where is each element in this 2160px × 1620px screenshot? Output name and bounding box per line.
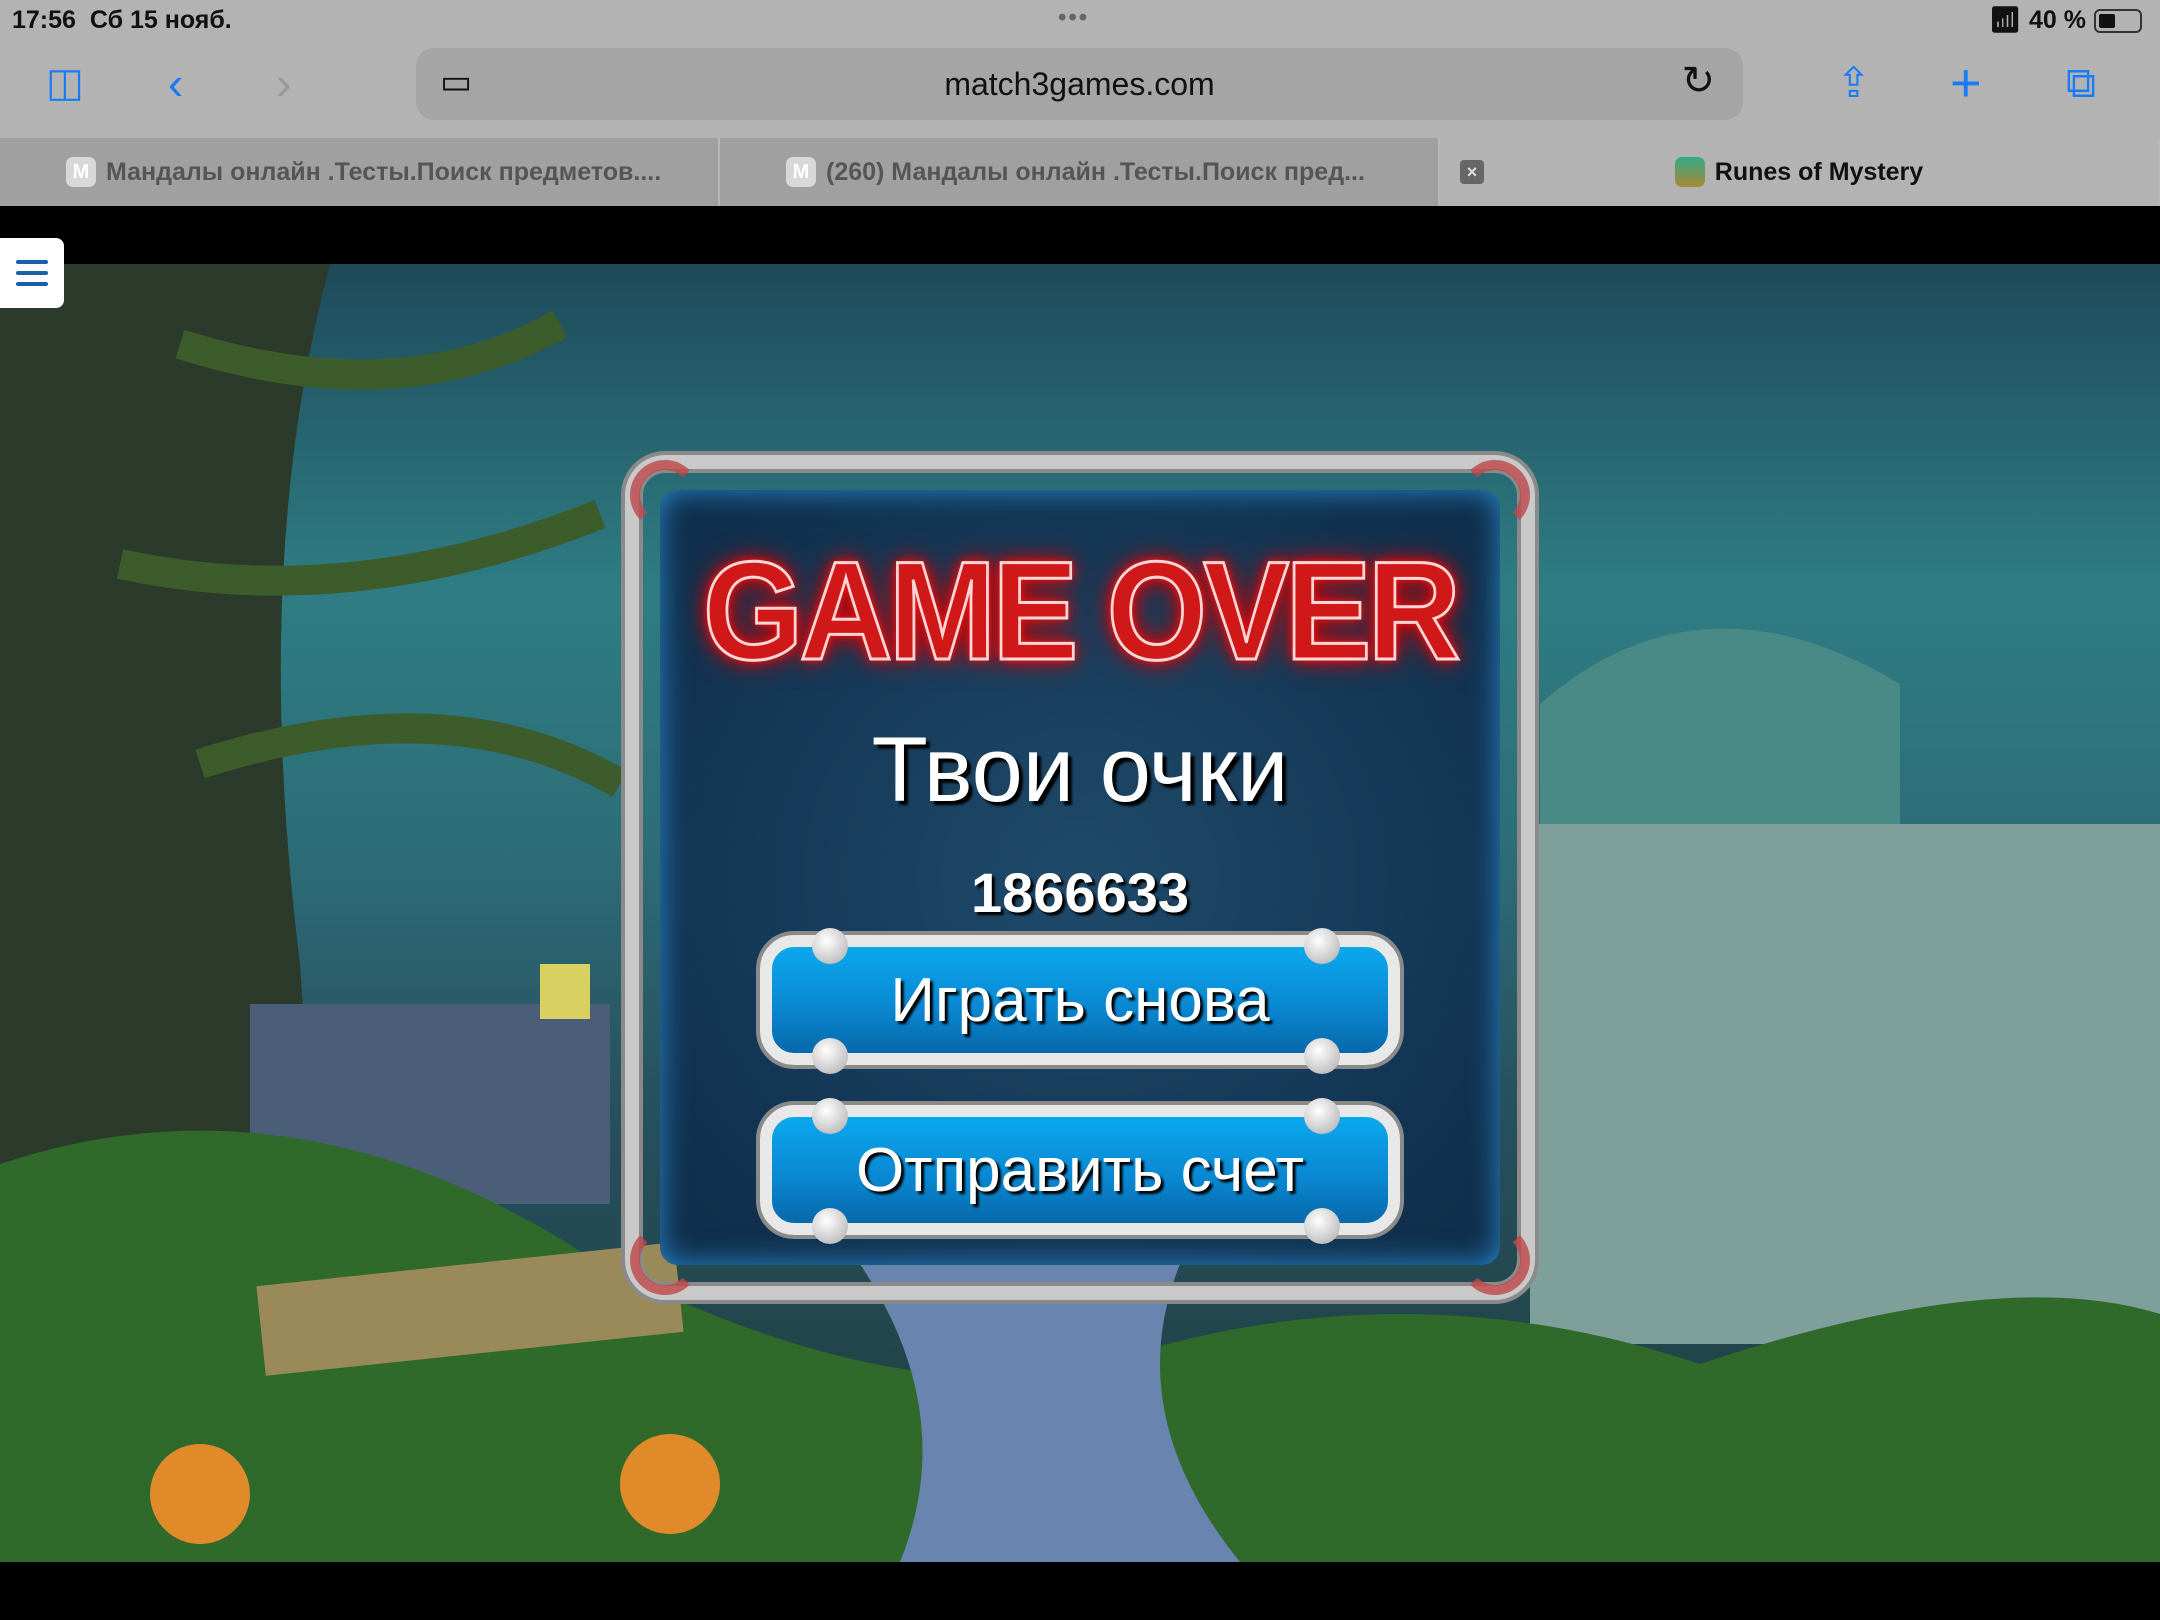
- tomb: [1530, 824, 2160, 1344]
- tab-2[interactable]: M(260) Мандалы онлайн .Тесты.Поиск пред.…: [720, 138, 1440, 206]
- button-rivet: [1304, 1208, 1340, 1244]
- score-label: Твои очки: [660, 718, 1500, 823]
- forward-icon[interactable]: ›: [276, 58, 291, 108]
- menu-button[interactable]: [0, 238, 64, 308]
- flower: [150, 1444, 250, 1544]
- tab-active[interactable]: × Runes of Mystery: [1440, 138, 2160, 206]
- frame-corner: [1460, 1225, 1530, 1295]
- button-rivet: [812, 1038, 848, 1074]
- close-tab-icon[interactable]: ×: [1460, 160, 1484, 184]
- score-value: 1866633: [660, 860, 1500, 925]
- battery-text: 40 %: [2029, 6, 2086, 35]
- tab-1[interactable]: MМандалы онлайн .Тесты.Поиск предметов..…: [0, 138, 720, 206]
- button-rivet: [812, 1208, 848, 1244]
- game-over-title: GAME OVER: [694, 530, 1467, 692]
- flower: [620, 1434, 720, 1534]
- status-bar: 17:56 Сб 15 нояб. ••• 📶︎ 40 %: [0, 0, 2160, 40]
- multitask-dots[interactable]: •••: [1058, 4, 1089, 32]
- browser-toolbar: ◫ ‹ › ▭ match3games.com ↻ ⇪ + ⧉: [0, 40, 2160, 138]
- button-rivet: [812, 928, 848, 964]
- frame-corner: [1460, 460, 1530, 530]
- button-rivet: [1304, 928, 1340, 964]
- address-bar[interactable]: ▭ match3games.com ↻: [416, 48, 1743, 120]
- frame-corner: [630, 1225, 700, 1295]
- submit-score-button[interactable]: Отправить счет: [760, 1105, 1400, 1235]
- sidebar-icon[interactable]: ◫: [46, 58, 84, 108]
- wifi-icon: 📶︎: [1989, 6, 2021, 35]
- share-icon[interactable]: ⇪: [1836, 58, 1871, 108]
- button-rivet: [1304, 1038, 1340, 1074]
- back-icon[interactable]: ‹: [168, 58, 183, 108]
- button-rivet: [812, 1098, 848, 1134]
- status-time: 17:56 Сб 15 нояб.: [12, 6, 232, 35]
- button-rivet: [1304, 1098, 1340, 1134]
- frame-corner: [630, 460, 700, 530]
- new-tab-icon[interactable]: +: [1950, 58, 1982, 108]
- reload-icon[interactable]: ↻: [1681, 58, 1715, 104]
- tab-bar: MМандалы онлайн .Тесты.Поиск предметов..…: [0, 138, 2160, 206]
- favicon: M: [66, 157, 96, 187]
- play-again-button[interactable]: Играть снова: [760, 935, 1400, 1065]
- favicon: M: [786, 157, 816, 187]
- tabs-icon[interactable]: ⧉: [2066, 58, 2096, 108]
- game-favicon: [1675, 157, 1705, 187]
- url-text[interactable]: match3games.com: [416, 66, 1743, 103]
- battery-icon: [2094, 9, 2142, 33]
- window: [540, 964, 590, 1019]
